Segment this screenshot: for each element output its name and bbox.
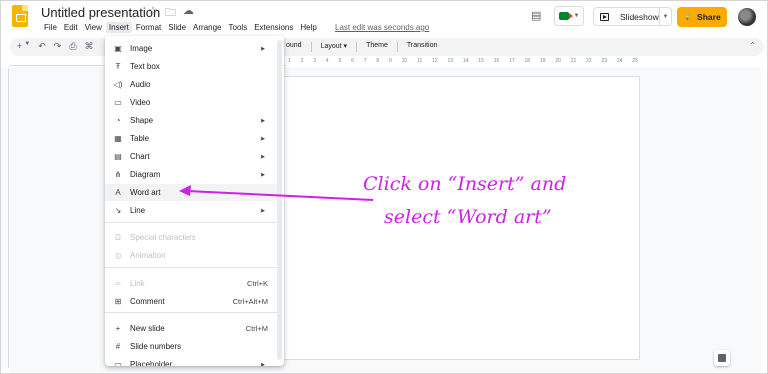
app-window: Untitled presentation ☆ 🗀 ☁ File Edit Vi… bbox=[0, 0, 768, 374]
annotation-text-line2: select “Word art” bbox=[384, 206, 552, 228]
annotation-text-line1: Click on “Insert” and bbox=[363, 173, 567, 195]
